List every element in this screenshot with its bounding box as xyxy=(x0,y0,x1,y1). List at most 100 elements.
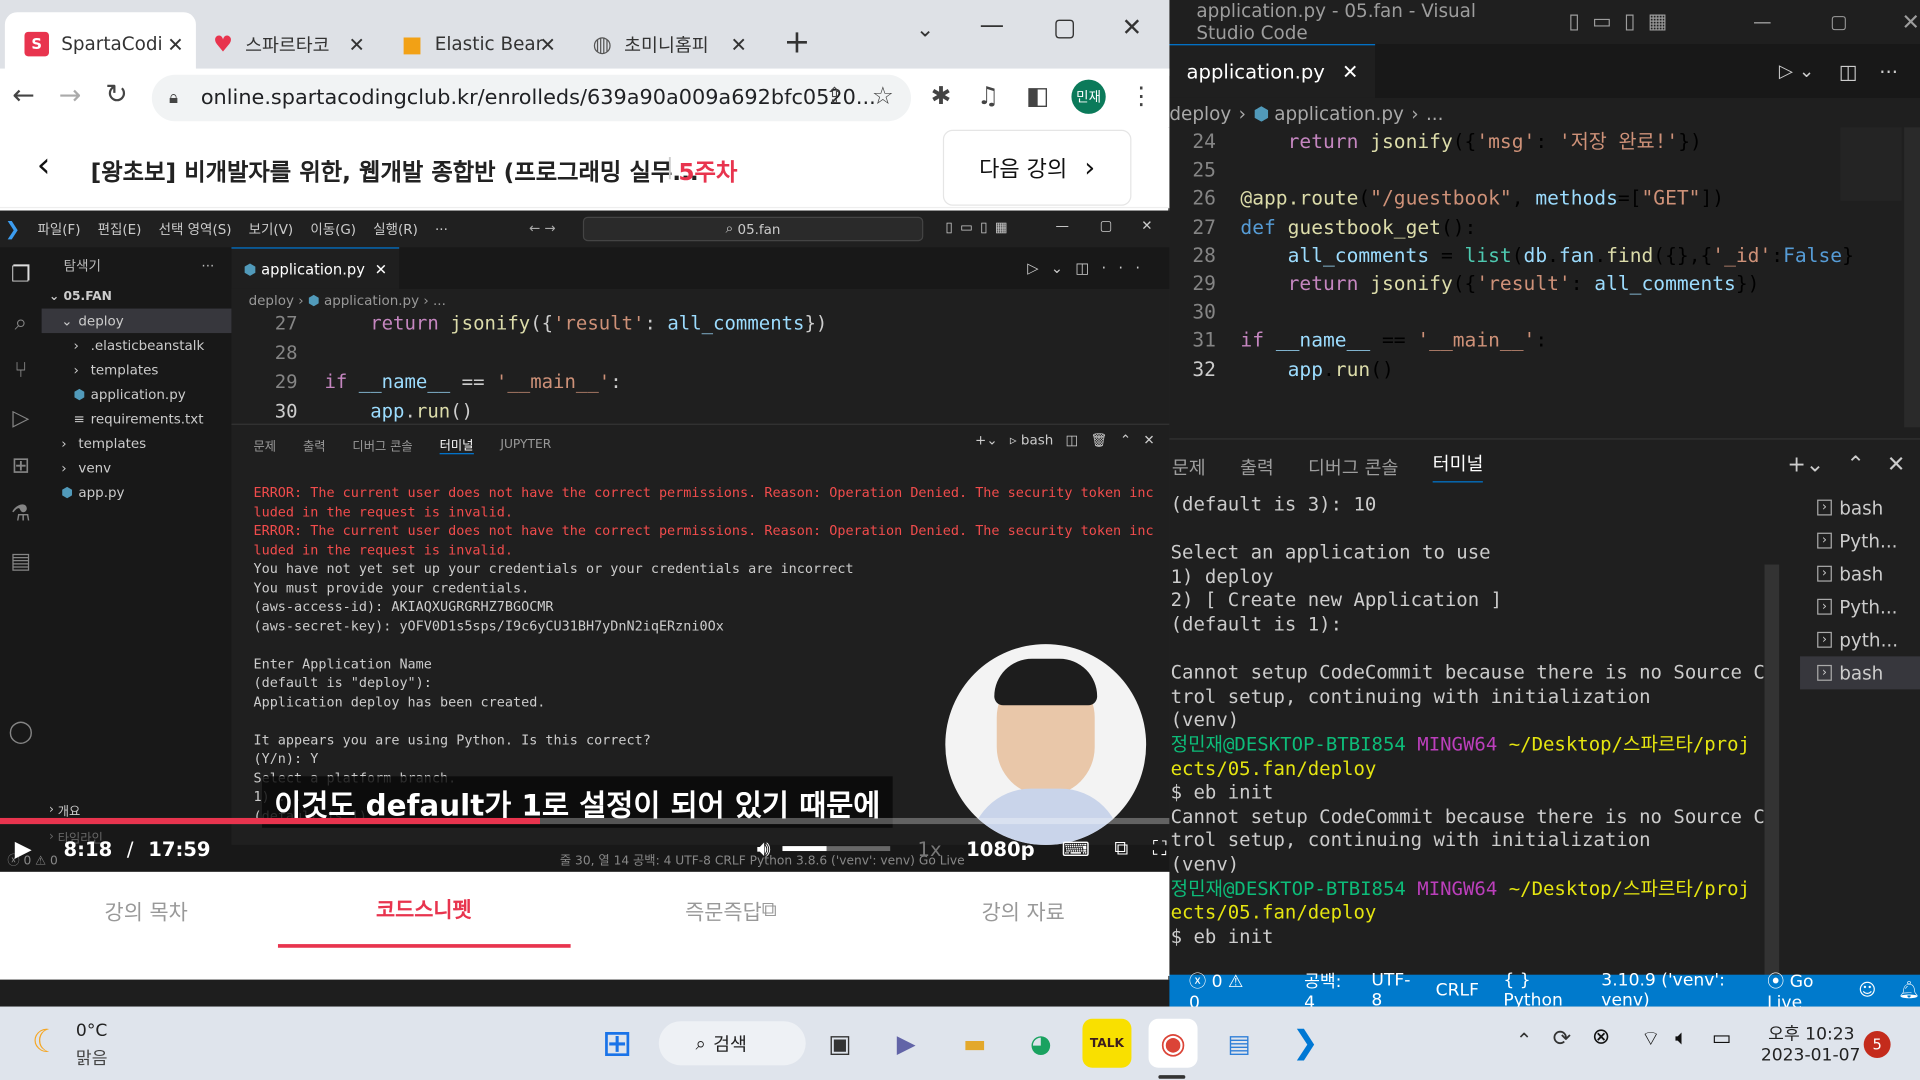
interpreter-status[interactable]: 3.10.9 ('venv': venv) xyxy=(1601,971,1742,1010)
clock-time[interactable]: 오후 10:23 xyxy=(1768,1021,1854,1045)
tab-application-py[interactable]: application.py ✕ xyxy=(1169,44,1376,98)
code-line[interactable]: 29 return jsonify({'result': all_comment… xyxy=(1169,269,1855,297)
notepad-icon[interactable]: ▤ xyxy=(1215,1019,1264,1068)
tray-app-icon[interactable]: ⊗ xyxy=(1592,1024,1610,1050)
close-tab-icon[interactable]: ✕ xyxy=(167,32,183,55)
terminal-instance[interactable]: › Pyth... xyxy=(1800,590,1920,623)
code-line[interactable]: 26 @app.route("/guestbook", methods=["GET… xyxy=(1169,184,1855,212)
terminal-instance[interactable]: › pyth... xyxy=(1800,623,1920,656)
wifi-icon[interactable]: ⌔ xyxy=(1641,1026,1661,1051)
volume-icon[interactable]: 🔊︎ xyxy=(757,836,771,862)
tab-search-icon[interactable]: ⌄ xyxy=(916,17,934,43)
encoding-status[interactable]: UTF-8 xyxy=(1371,971,1411,1010)
play-icon[interactable]: ▶ xyxy=(15,836,32,862)
new-terminal-icon[interactable]: +⌄ xyxy=(1787,452,1824,478)
vscode-icon[interactable]: ❯ xyxy=(1281,1019,1330,1068)
volume-slider[interactable] xyxy=(782,846,891,852)
breadcrumb-deploy[interactable]: deploy xyxy=(1169,103,1231,125)
breadcrumb-more[interactable]: ... xyxy=(1426,103,1444,125)
code-editor[interactable]: 24 return jsonify({'msg': '저장 완료!'}) 25 26… xyxy=(1169,127,1855,390)
panel-tab[interactable]: 출력 xyxy=(1240,454,1274,480)
close-tab-icon[interactable]: ✕ xyxy=(348,32,364,55)
pip-icon[interactable]: ⧉ xyxy=(1114,836,1128,860)
accounts-icon[interactable]: ☺ xyxy=(1858,981,1876,1001)
split-editor-icon[interactable]: ◫ xyxy=(1839,59,1858,82)
profile-avatar[interactable]: 민재 xyxy=(1071,79,1106,114)
speed-label[interactable]: 1x xyxy=(918,837,942,860)
lecture-tab[interactable]: 코드스니펫 xyxy=(277,872,571,948)
terminal-scrollbar[interactable] xyxy=(1764,564,1780,976)
url-field[interactable]: 🔒︎ online.spartacodingclub.kr/enrolleds/… xyxy=(151,74,912,122)
language-status[interactable]: { } Python xyxy=(1503,971,1576,1010)
minimize-icon[interactable]: — xyxy=(1753,11,1771,33)
forward-icon[interactable]: → xyxy=(59,81,82,112)
code-line[interactable]: 24 return jsonify({'msg': '저장 완료!'}) xyxy=(1169,127,1855,155)
layout-icons[interactable]: ▯▭▯▦ xyxy=(1568,10,1679,34)
terminal-instance[interactable]: › bash xyxy=(1800,656,1920,690)
file-explorer-icon[interactable]: ▬ xyxy=(950,1019,999,1068)
browser-tab-sparta[interactable]: S SpartaCodi ✕ xyxy=(4,12,196,76)
panel-tab[interactable]: 터미널 xyxy=(1432,451,1484,483)
browser-tab-4[interactable]: ◍ 초미니홈피 ✕ xyxy=(573,17,759,71)
close-panel-icon[interactable]: ✕ xyxy=(1887,452,1905,478)
extensions-icon[interactable]: ✱ xyxy=(931,81,952,110)
lecture-tab[interactable]: 강의 자료 xyxy=(877,872,1169,948)
more-actions-icon[interactable]: ··· xyxy=(1879,59,1898,82)
chrome-menu-icon[interactable]: ⋮ xyxy=(1129,81,1153,110)
code-line[interactable]: 32 app.run() xyxy=(1169,355,1855,383)
maximize-panel-icon[interactable]: ⌃ xyxy=(1846,452,1864,478)
lecture-tab[interactable]: 강의 목차 xyxy=(0,872,292,948)
edge-icon[interactable]: ◕ xyxy=(1016,1019,1065,1068)
lecture-tab[interactable]: 즉문즉답 ⧉ xyxy=(585,872,877,948)
new-tab-icon[interactable]: + xyxy=(784,24,811,61)
maximize-icon[interactable]: ▢ xyxy=(1830,11,1847,33)
browser-tab-3[interactable]: ■ Elastic Bear ✕ xyxy=(382,17,568,71)
video-progress[interactable] xyxy=(0,817,1170,825)
fullscreen-icon[interactable]: ⛶ xyxy=(1153,836,1167,860)
code-line[interactable]: 30 xyxy=(1169,298,1855,326)
media-control-icon[interactable]: ♫ xyxy=(977,81,999,110)
close-icon[interactable]: ✕ xyxy=(1122,12,1143,41)
bookmark-star-icon[interactable]: ☆ xyxy=(872,81,894,110)
bell-icon[interactable]: 🔔︎ xyxy=(1898,981,1920,1001)
eol-status[interactable]: CRLF xyxy=(1436,981,1479,1001)
sync-icon[interactable]: ⟳ xyxy=(1553,1026,1571,1052)
start-icon[interactable]: ⊞ xyxy=(593,1019,642,1068)
close-tab-icon[interactable]: ✕ xyxy=(1342,60,1358,83)
next-lecture-button[interactable]: 다음 강의 › xyxy=(942,129,1132,206)
terminal-instance[interactable]: › bash xyxy=(1800,557,1920,590)
run-icon[interactable]: ▷ ⌄ xyxy=(1779,60,1814,82)
code-line[interactable]: 31 if __name__ == '__main__': xyxy=(1169,326,1855,354)
code-line[interactable]: 25 xyxy=(1169,156,1855,184)
panel-tab[interactable]: 디버그 콘솔 xyxy=(1308,454,1398,480)
breadcrumb-file[interactable]: application.py xyxy=(1274,103,1404,125)
terminal-instance[interactable]: › bash xyxy=(1800,491,1920,524)
captions-icon[interactable]: ⌨ xyxy=(1062,837,1090,860)
video-player[interactable]: ❯ 파일(F) 편집(E) 선택 영역(S) 보기(V) 이동(G) 실행(R) ··· ⌕… xyxy=(0,210,1170,872)
close-tab-icon[interactable]: ✕ xyxy=(731,32,747,55)
taskbar-search[interactable]: ⌕ 검색 xyxy=(658,1021,806,1066)
speaker-icon[interactable]: 🔈︎ xyxy=(1675,1026,1687,1050)
minimize-icon[interactable]: — xyxy=(980,10,1004,39)
inner-search[interactable]: ⌕ 05.fan xyxy=(582,216,924,242)
chat-icon[interactable]: ▶ xyxy=(882,1019,931,1068)
back-icon[interactable]: ← xyxy=(12,81,35,112)
clock-date[interactable]: 2023-01-07 xyxy=(1761,1046,1861,1066)
browser-tab-2[interactable]: ♥ 스파르타코 ✕ xyxy=(193,17,377,71)
quality-label[interactable]: 1080p xyxy=(966,837,1035,860)
terminal-output[interactable]: (default is 3): 10 Select an application… xyxy=(1171,493,1765,975)
minimap[interactable] xyxy=(1840,127,1902,201)
close-icon[interactable]: ✕ xyxy=(1902,9,1920,35)
code-line[interactable]: 27 def guestbook_get(): xyxy=(1169,213,1855,241)
battery-icon[interactable]: ▭ xyxy=(1712,1026,1732,1050)
editor-scrollbar[interactable] xyxy=(1904,127,1920,428)
reload-icon[interactable]: ↻ xyxy=(105,80,128,111)
panel-tab[interactable]: 문제 xyxy=(1172,454,1206,480)
share-icon[interactable]: ⇪ xyxy=(825,83,843,109)
maximize-icon[interactable]: ▢ xyxy=(1053,12,1076,41)
notification-badge[interactable]: 5 xyxy=(1863,1031,1891,1058)
kakaotalk-icon[interactable]: TALK xyxy=(1082,1018,1132,1068)
close-tab-icon[interactable]: ✕ xyxy=(540,32,556,55)
chrome-icon[interactable]: ◉ xyxy=(1148,1018,1198,1068)
back-arrow-icon[interactable]: ‹ xyxy=(37,144,51,184)
